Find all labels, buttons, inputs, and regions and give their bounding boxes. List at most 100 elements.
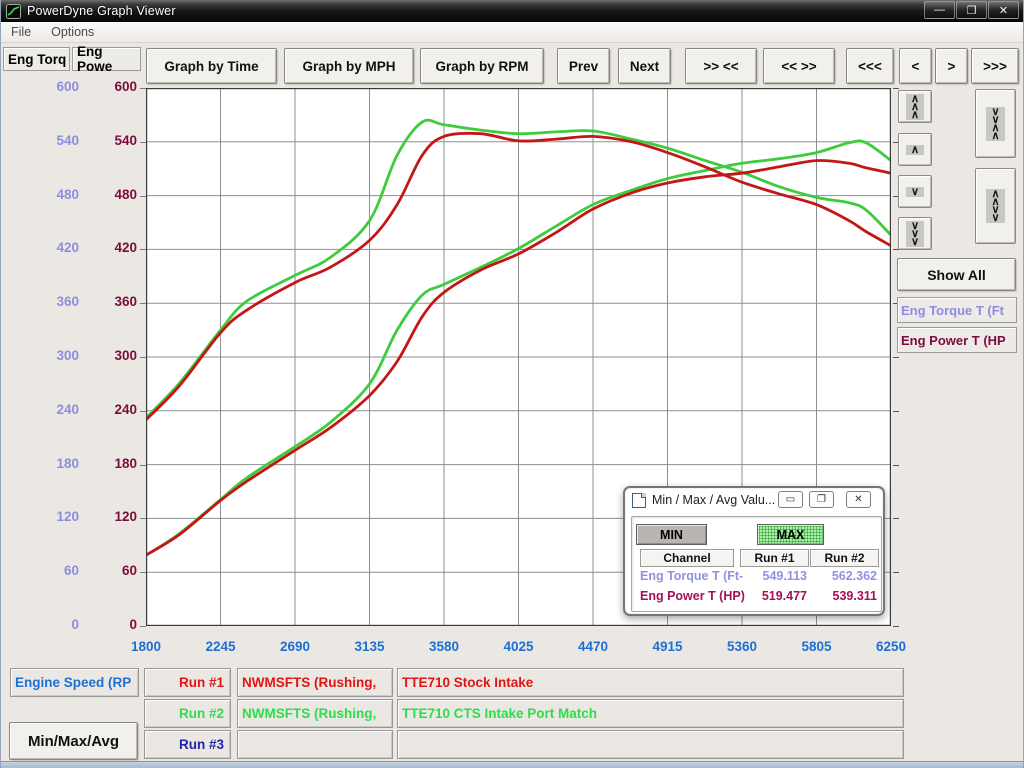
y-tick-power: 180 [77,456,137,471]
column-header-run2[interactable]: Run #2 [810,549,879,567]
chevron-glyph: ∨ [911,238,919,246]
menu-file[interactable]: File [1,25,41,39]
y-zoom-out-button[interactable]: ∧∧∨∨ [975,168,1016,244]
toolbar-next-button[interactable]: Next [618,48,671,84]
tab-eng-power[interactable]: Eng Powe [72,47,141,71]
minmax-window-title: Min / Max / Avg Valu... [652,493,775,507]
min-max-avg-button[interactable]: Min/Max/Avg [9,722,138,760]
y-tick-power: 120 [77,509,137,524]
toolbar-zoom-out-x-button[interactable]: << >> [763,48,835,84]
menu-options[interactable]: Options [41,25,104,39]
chevron-icon: ∧∧∧ [906,94,924,120]
x-tick-label: 2690 [260,639,330,654]
minmax-minimize-button[interactable]: ▭ [778,491,803,508]
toolbar-graph-by-rpm-button[interactable]: Graph by RPM [420,48,544,84]
minmax-maximize-button[interactable]: ❐ [809,491,834,508]
y-axis-labels: 6006005405404804804204203603603003002402… [1,88,146,626]
run-3-description-field[interactable] [397,730,904,759]
x-tick-label: 4470 [558,639,628,654]
minmax-title-bar[interactable]: Min / Max / Avg Valu... ▭ ❐ ✕ [625,488,883,512]
y-zoom-in-button[interactable]: ∨∨∧∧ [975,89,1016,158]
y-tick-power: 360 [77,294,137,309]
toolbar-graph-by-mph-button[interactable]: Graph by MPH [284,48,414,84]
toolbar-pan-left-fast-button[interactable]: <<< [846,48,894,84]
run-1-file-field[interactable]: NWMSFTS (Rushing, [237,668,393,697]
channel-label-torque[interactable]: Eng Torque T (Ft [897,297,1017,323]
y-tick-mark [893,357,899,358]
min-button[interactable]: MIN [636,524,707,545]
minmax-row-run1-value: 519.477 [737,589,807,603]
chevron-glyph: ∧ [911,146,919,154]
x-tick-label: 1800 [111,639,181,654]
y-tick-torque: 540 [19,133,79,148]
chevron-glyph: ∧ [991,132,999,140]
scroll-up-fast-button[interactable]: ∧∧∧ [898,90,932,123]
x-axis-channel-field[interactable]: Engine Speed (RP [10,668,139,697]
y-tick-mark [893,518,899,519]
title-bar[interactable]: PowerDyne Graph Viewer — ❐ ✕ [1,0,1023,22]
tab-eng-torque[interactable]: Eng Torq [3,47,70,71]
run-2-file-field[interactable]: NWMSFTS (Rushing, [237,699,393,728]
column-header-channel[interactable]: Channel [640,549,734,567]
run-1-description-field[interactable]: TTE710 Stock Intake [397,668,904,697]
window-controls: — ❐ ✕ [923,1,1019,19]
minmax-row-run2-value: 562.362 [807,569,877,583]
chevron-icon: ∨∨∨ [906,221,924,247]
x-tick-label: 5360 [707,639,777,654]
column-header-run1[interactable]: Run #1 [740,549,809,567]
max-button[interactable]: MAX [757,524,824,545]
y-tick-torque: 600 [19,79,79,94]
toolbar-prev-button[interactable]: Prev [557,48,610,84]
x-tick-label: 4915 [633,639,703,654]
scroll-down-button[interactable]: ∨ [898,175,932,208]
toolbar-graph-by-time-button[interactable]: Graph by Time [146,48,277,84]
window-title: PowerDyne Graph Viewer [27,4,176,18]
y-tick-torque: 360 [19,294,79,309]
y-tick-mark [893,411,899,412]
toolbar-pan-right-button[interactable]: > [935,48,968,84]
y-tick-mark [893,572,899,573]
run-3-file-field[interactable] [237,730,393,759]
scroll-up-button[interactable]: ∧ [898,133,932,166]
x-axis-channel-label: Engine Speed (RP [11,675,131,690]
minmax-row-run2-value: 539.311 [807,589,877,603]
toolbar-pan-left-button[interactable]: < [899,48,932,84]
y-tick-mark [893,88,899,89]
minmax-window[interactable]: Min / Max / Avg Valu... ▭ ❐ ✕ MIN MAX Ch… [623,486,885,616]
y-axis-right-ticks [891,88,899,626]
y-tick-power: 480 [77,187,137,202]
y-tick-mark [893,465,899,466]
maximize-button[interactable]: ❐ [956,1,987,19]
x-tick-label: 6250 [856,639,926,654]
run-label-3[interactable]: Run #3 [144,730,231,759]
run-label-2[interactable]: Run #2 [144,699,231,728]
app-icon [6,4,21,19]
y-tick-torque: 60 [19,563,79,578]
chevron-icon: ∧∧∨∨ [986,189,1004,223]
show-all-button[interactable]: Show All [897,258,1016,291]
scroll-down-fast-button[interactable]: ∨∨∨ [898,217,932,250]
y-tick-torque: 180 [19,456,79,471]
minimize-button[interactable]: — [924,1,955,19]
minmax-window-icon [632,493,646,508]
y-tick-torque: 300 [19,348,79,363]
close-button[interactable]: ✕ [988,1,1019,19]
x-tick-label: 3580 [409,639,479,654]
minmax-row-run1-value: 549.113 [737,569,807,583]
minmax-close-button[interactable]: ✕ [846,491,871,508]
toolbar-pan-right-fast-button[interactable]: >>> [971,48,1019,84]
y-tick-power: 600 [77,79,137,94]
y-tick-torque: 480 [19,187,79,202]
toolbar-zoom-in-x-button[interactable]: >> << [685,48,757,84]
chevron-icon: ∨∨∧∧ [986,107,1004,141]
x-axis-labels: 1800224526903135358040254470491553605805… [1,639,1024,657]
run-label-1[interactable]: Run #1 [144,668,231,697]
y-tick-torque: 120 [19,509,79,524]
chevron-icon: ∨ [906,187,924,197]
x-tick-label: 2245 [186,639,256,654]
x-tick-label: 4025 [484,639,554,654]
channel-label-power[interactable]: Eng Power T (HP [897,327,1017,353]
chevron-glyph: ∨ [911,188,919,196]
run-2-description-field[interactable]: TTE710 CTS Intake Port Match [397,699,904,728]
y-tick-mark [893,626,899,627]
